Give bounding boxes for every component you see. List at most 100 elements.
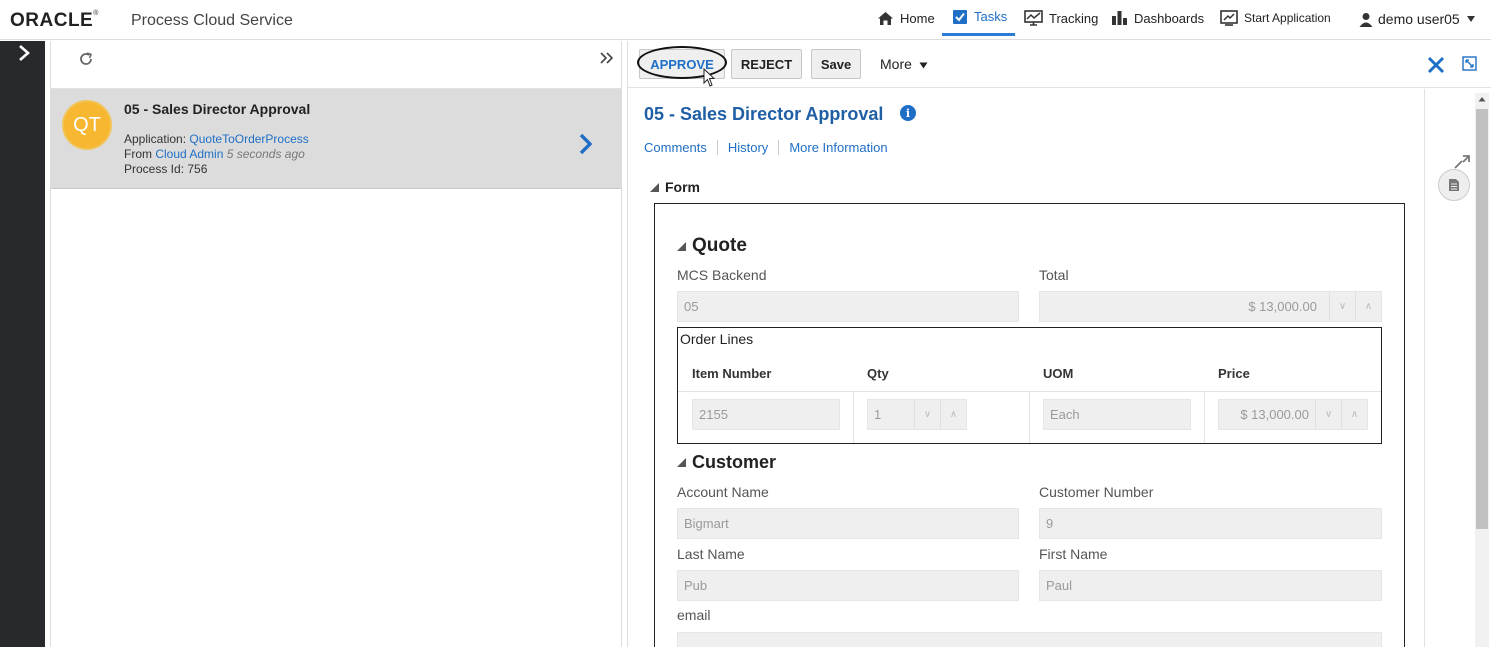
nav-label: Tasks [974, 9, 1008, 24]
refresh-icon[interactable] [78, 51, 94, 67]
decrement-icon[interactable]: ∨ [914, 400, 940, 429]
order-lines-table: Order Lines Item Number Qty UOM Price 21… [677, 327, 1382, 444]
total-label: Total [1039, 267, 1069, 283]
item-number-field[interactable]: 2155 [692, 399, 840, 430]
caret-down-icon [1466, 16, 1475, 22]
task-list-panel: QT 05 - Sales Director Approval Applicat… [50, 41, 622, 647]
open-task-chevron-icon[interactable] [579, 133, 593, 155]
top-header: ORACLE® Process Cloud Service Home Tasks… [0, 0, 1491, 40]
nav-dashboards[interactable]: Dashboards [1111, 0, 1204, 36]
task-detail-panel: APPROVE REJECT Save More 05 - Sales Dire… [627, 41, 1491, 647]
dashboards-icon [1112, 11, 1127, 25]
application-link[interactable]: QuoteToOrderProcess [189, 132, 308, 146]
column-header: Price [1218, 366, 1250, 381]
save-button[interactable]: Save [811, 49, 861, 79]
email-field[interactable] [677, 632, 1382, 647]
collapse-triangle-icon [677, 241, 686, 251]
caret-down-icon [919, 62, 928, 69]
collapse-triangle-icon [650, 182, 659, 192]
customer-number-label: Customer Number [1039, 484, 1154, 500]
task-process-id: Process Id: 756 [124, 162, 208, 176]
task-title: 05 - Sales Director Approval [124, 101, 311, 117]
uom-field[interactable]: Each [1043, 399, 1191, 430]
task-list-item[interactable]: QT 05 - Sales Director Approval Applicat… [51, 89, 621, 189]
start-application-icon [1220, 10, 1238, 26]
oracle-logo: ORACLE® [10, 10, 99, 31]
popout-icon[interactable] [1454, 155, 1470, 169]
first-name-label: First Name [1039, 546, 1108, 562]
nav-tasks[interactable]: Tasks [942, 0, 1015, 36]
document-icon [1449, 179, 1459, 191]
tasks-icon [953, 9, 967, 24]
account-name-label: Account Name [677, 484, 769, 500]
tab-more-information[interactable]: More Information [789, 140, 897, 155]
detail-title: 05 - Sales Director Approval [644, 104, 884, 124]
form-container: Quote MCS Backend 05 Total $ 13,000.00 ∨… [654, 203, 1405, 647]
increment-icon[interactable]: ∧ [940, 400, 966, 429]
detail-content: 05 - Sales Director Approval i Comments … [628, 89, 1424, 647]
customer-section-header[interactable]: Customer [677, 452, 776, 473]
increment-icon[interactable]: ∧ [1341, 400, 1367, 429]
collapse-triangle-icon [677, 458, 686, 467]
decrement-icon[interactable]: ∨ [1315, 400, 1341, 429]
tracking-icon [1024, 10, 1043, 26]
side-divider [1424, 89, 1425, 647]
vertical-scrollbar[interactable] [1475, 93, 1489, 647]
qty-field[interactable]: 1 ∨ ∧ [867, 399, 967, 430]
column-header: UOM [1043, 366, 1074, 381]
column-header: Item Number [692, 366, 772, 381]
tab-history[interactable]: History [728, 140, 780, 155]
detail-toolbar: APPROVE REJECT Save More [628, 41, 1491, 88]
price-field[interactable]: $ 13,000.00 ∨ ∧ [1218, 399, 1368, 430]
avatar: QT [62, 100, 112, 150]
last-name-field[interactable]: Pub [677, 570, 1019, 601]
task-application: Application: QuoteToOrderProcess [124, 132, 309, 146]
column-header: Qty [867, 366, 889, 381]
customer-number-field[interactable]: 9 [1039, 508, 1382, 539]
detail-subtabs: Comments History More Information [644, 140, 908, 155]
info-icon[interactable]: i [900, 105, 916, 121]
nav-label: Tracking [1049, 10, 1099, 26]
close-icon[interactable] [1427, 56, 1445, 74]
user-menu[interactable]: demo user05 [1359, 0, 1476, 38]
navigation-rail [0, 41, 45, 647]
scroll-up-icon[interactable] [1478, 96, 1486, 102]
mouse-cursor-icon [703, 68, 716, 87]
last-name-label: Last Name [677, 546, 745, 562]
user-name: demo user05 [1378, 11, 1460, 27]
nav-tracking[interactable]: Tracking [1024, 0, 1098, 36]
document-button[interactable] [1438, 169, 1470, 201]
task-time: 5 seconds ago [226, 147, 305, 161]
increment-icon[interactable]: ∧ [1355, 292, 1381, 321]
tab-comments[interactable]: Comments [644, 140, 718, 155]
from-link[interactable]: Cloud Admin [155, 147, 223, 161]
product-name: Process Cloud Service [131, 12, 293, 29]
home-icon [878, 11, 893, 25]
mcs-backend-label: MCS Backend [677, 267, 767, 283]
quote-section-header[interactable]: Quote [677, 235, 747, 257]
total-field[interactable]: $ 13,000.00 ∨ ∧ [1039, 291, 1382, 322]
mcs-backend-field[interactable]: 05 [677, 291, 1019, 322]
cell-divider [1204, 391, 1205, 443]
cell-divider [1029, 391, 1030, 443]
scrollbar-thumb[interactable] [1476, 109, 1488, 529]
nav-label: Start Application [1244, 11, 1331, 25]
nav-label: Dashboards [1134, 10, 1205, 26]
task-from: From Cloud Admin 5 seconds ago [124, 147, 305, 161]
cell-divider [853, 391, 854, 443]
user-icon [1359, 12, 1373, 27]
decrement-icon[interactable]: ∨ [1329, 292, 1355, 321]
expand-chevron-icon[interactable] [18, 45, 30, 61]
account-name-field[interactable]: Bigmart [677, 508, 1019, 539]
task-list-toolbar [51, 41, 621, 89]
email-label: email [677, 607, 711, 623]
nav-home[interactable]: Home [877, 0, 935, 36]
nav-start-application[interactable]: Start Application [1220, 0, 1331, 36]
more-menu[interactable]: More [880, 56, 928, 72]
form-section-header[interactable]: Form [650, 179, 700, 195]
reject-button[interactable]: REJECT [731, 49, 802, 79]
first-name-field[interactable]: Paul [1039, 570, 1382, 601]
collapse-double-chevron-icon[interactable] [600, 51, 614, 65]
maximize-icon[interactable] [1462, 56, 1477, 71]
nav-label: Home [900, 10, 935, 26]
